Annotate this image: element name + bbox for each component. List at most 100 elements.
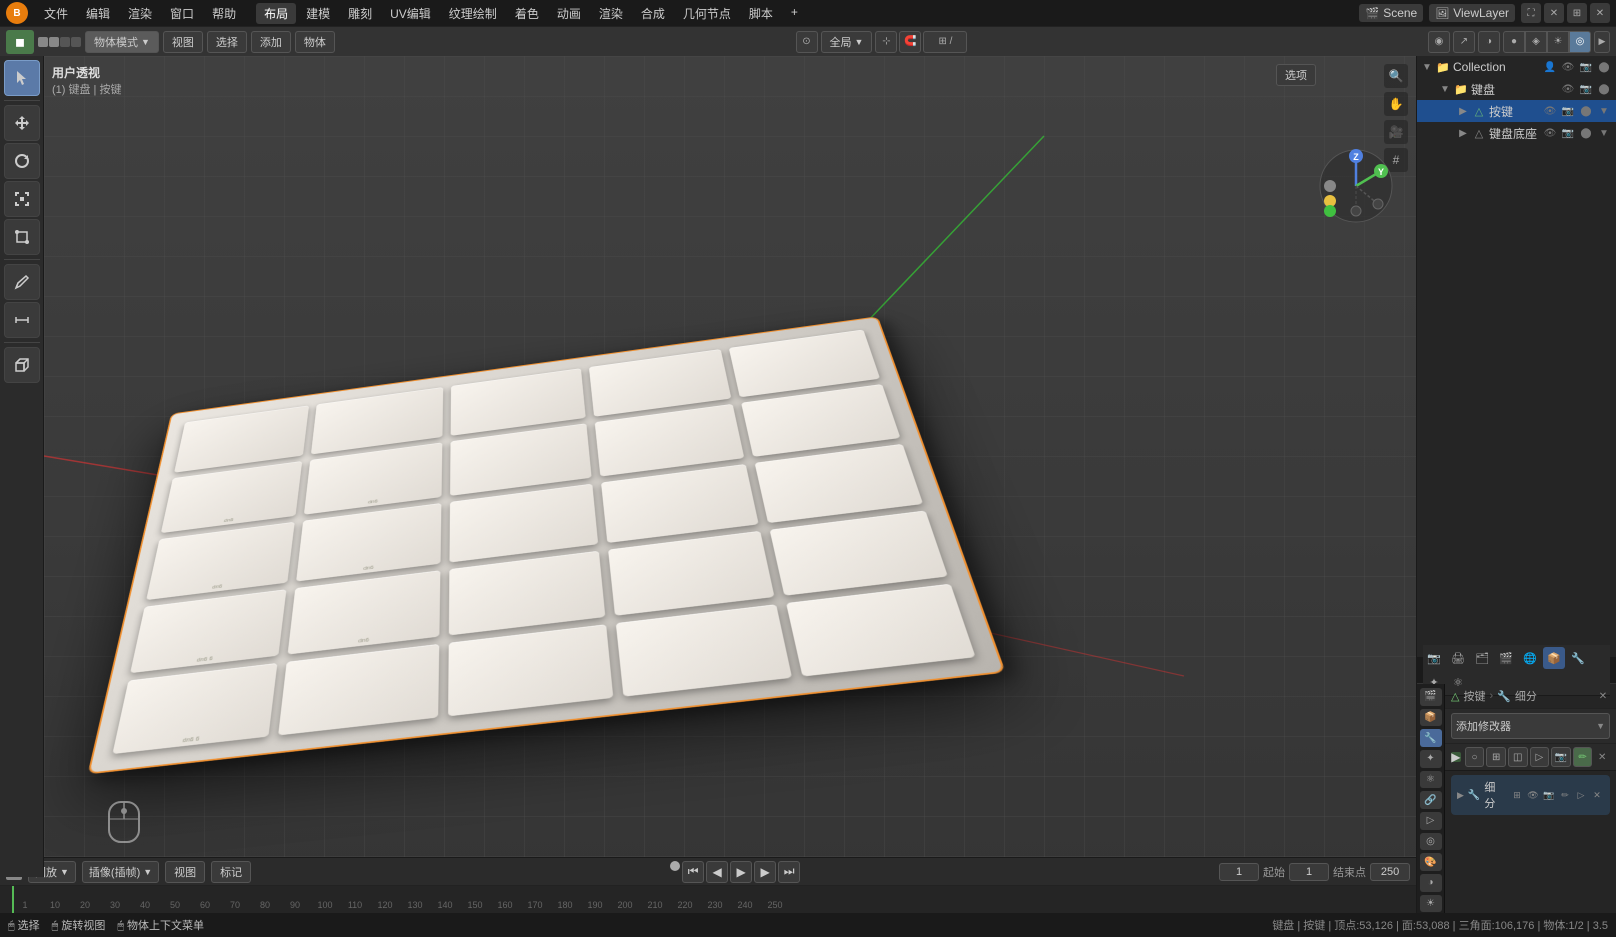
props-strip-constraints-icon[interactable]: 🔗 (1420, 791, 1442, 809)
gizmo-icon[interactable]: ↗ (1453, 31, 1475, 53)
tool-measure[interactable] (4, 302, 40, 338)
tool-move[interactable] (4, 105, 40, 141)
keyboard-eye-icon[interactable]: 👁 (1560, 81, 1576, 97)
modifier-filter-expand[interactable]: ▶ (1451, 752, 1461, 762)
modifier-expand-icon[interactable]: ⊞ (1510, 788, 1524, 802)
collection-camera-icon[interactable]: 📷 (1578, 59, 1594, 75)
props-scene-icon-btn[interactable]: 🎬 (1495, 647, 1517, 669)
workspace-render[interactable]: 渲染 (591, 3, 631, 24)
keyboard-camera-icon[interactable]: 📷 (1578, 81, 1594, 97)
props-strip-texture-icon[interactable]: 🎨 (1420, 853, 1442, 871)
rendered-mode-icon[interactable]: ☀ (1547, 31, 1569, 53)
menu-window[interactable]: 窗口 (162, 3, 202, 24)
next-frame-btn[interactable]: ▶ (754, 861, 776, 883)
view-menu[interactable]: 视图 (163, 31, 203, 53)
expand-icon[interactable]: ⊞ (1567, 3, 1587, 23)
keys-eye-icon[interactable]: 👁 (1542, 103, 1558, 119)
collection-render-icon[interactable]: ⬤ (1596, 59, 1612, 75)
timeline-marker-btn[interactable]: 标记 (211, 861, 251, 883)
props-strip-object-icon[interactable]: 📦 (1420, 709, 1442, 727)
modifier-camera-icon[interactable]: ▷ (1574, 788, 1588, 802)
base-render-icon[interactable]: ⬤ (1578, 125, 1594, 141)
workspace-scripting[interactable]: 脚本 (741, 3, 781, 24)
magnet-icon[interactable]: 🧲 (899, 31, 921, 53)
workspace-shading[interactable]: 着色 (507, 3, 547, 24)
modifier-collapse-arrow[interactable]: ▶ (1457, 790, 1464, 801)
start-frame-input[interactable]: 1 (1289, 863, 1329, 881)
fullscreen-icon[interactable]: ⛶ (1521, 3, 1541, 23)
global-local-dropdown[interactable]: 全局 ▼ (821, 31, 873, 53)
props-strip-light-icon[interactable]: ☀ (1420, 895, 1442, 913)
current-frame-input[interactable]: 1 (1219, 863, 1259, 881)
snap-icon[interactable]: ⊙ (796, 31, 818, 53)
collection-expand-arrow[interactable]: ▼ (1421, 61, 1433, 73)
add-menu[interactable]: 添加 (251, 31, 291, 53)
props-strip-modifier-icon[interactable]: 🔧 (1420, 729, 1442, 747)
keyboard-render-icon[interactable]: ⬤ (1596, 81, 1612, 97)
keys-render-icon[interactable]: ⬤ (1578, 103, 1594, 119)
close2-icon[interactable]: ✕ (1590, 3, 1610, 23)
workspace-sculpt[interactable]: 雕刻 (340, 3, 380, 24)
keys-camera-icon[interactable]: 📷 (1560, 103, 1576, 119)
viewport[interactable]: dn6 dn6 dn6 dn6 dn6 6 dn6 (44, 56, 1416, 877)
tool-annotate[interactable] (4, 264, 40, 300)
end-frame-input[interactable]: 250 (1370, 863, 1410, 881)
base-filter-icon[interactable]: ▼ (1596, 125, 1612, 141)
prev-frame-btn[interactable]: ◀ (706, 861, 728, 883)
filter-realtime-btn[interactable]: ▷ (1530, 747, 1550, 767)
pan-icon[interactable]: ✋ (1384, 92, 1408, 116)
play-btn[interactable]: ▶ (730, 861, 752, 883)
props-view-layer-icon-btn[interactable]: 🗂 (1471, 647, 1493, 669)
outliner-base-item[interactable]: ▶ △ 键盘底座 👁 📷 ⬤ ▼ (1417, 122, 1616, 144)
overlay-icon[interactable]: ◉ (1428, 31, 1450, 53)
jump-to-end-btn[interactable]: ⏭ (778, 861, 800, 883)
zoom-in-icon[interactable]: 🔍 (1384, 64, 1408, 88)
mode-icon[interactable]: ◼ (6, 30, 34, 54)
workspace-geometry[interactable]: 几何节点 (675, 3, 739, 24)
collection-eye-icon[interactable]: 👁 (1560, 59, 1576, 75)
pivot-icon[interactable]: ⊹ (875, 31, 897, 53)
outliner-keyboard-item[interactable]: ▼ 📁 键盘 👁 📷 ⬤ (1417, 78, 1616, 100)
workspace-modeling[interactable]: 建模 (298, 3, 338, 24)
keyboard-expand-arrow[interactable]: ▼ (1439, 83, 1451, 95)
viewport-shading-icon[interactable]: ◑ (1478, 31, 1500, 53)
props-world-icon-btn[interactable]: 🌐 (1519, 647, 1541, 669)
props-strip-material-icon[interactable]: ◎ (1420, 833, 1442, 851)
filter-edit-btn[interactable]: ✏ (1573, 747, 1593, 767)
workspace-add[interactable]: + (783, 3, 806, 24)
tool-scale[interactable] (4, 181, 40, 217)
filter-view-btn[interactable]: ○ (1465, 747, 1485, 767)
quad-view-toggle[interactable] (38, 37, 81, 47)
keys-expand-arrow[interactable]: ▶ (1457, 105, 1469, 117)
eevee-mode-icon[interactable]: ◎ (1569, 31, 1591, 53)
timeline-ruler[interactable]: 1 10 20 30 40 50 60 70 80 90 100 110 120… (0, 886, 1416, 914)
filter-render-btn[interactable]: 📷 (1551, 747, 1571, 767)
filter-generate-btn[interactable]: ⊞ (1486, 747, 1506, 767)
tool-add-cube[interactable] (4, 347, 40, 383)
outliner-keys-item[interactable]: ▶ △ 按键 👁 📷 ⬤ ▼ (1417, 100, 1616, 122)
menu-edit[interactable]: 编辑 (78, 3, 118, 24)
modifier-edit-icon[interactable]: ✏ (1558, 788, 1572, 802)
expand-shading-icon[interactable]: ▶ (1594, 31, 1610, 53)
navigation-gizmo[interactable]: Z Y (1316, 146, 1396, 226)
props-render-icon-btn[interactable]: 📷 (1423, 647, 1445, 669)
material-mode-icon[interactable]: ◈ (1525, 31, 1547, 53)
viewport-options-button[interactable]: 选项 (1276, 64, 1316, 86)
workspace-compositing[interactable]: 合成 (633, 3, 673, 24)
outliner-collection-item[interactable]: ▼ 📁 Collection 👤 👁 📷 ⬤ (1417, 56, 1616, 78)
props-object-icon-btn[interactable]: 📦 (1543, 647, 1565, 669)
props-strip-data-icon[interactable]: ▷ (1420, 812, 1442, 830)
filter-deform-btn[interactable]: ◫ (1508, 747, 1528, 767)
transform-icon[interactable]: ⊞ / (923, 31, 967, 53)
keys-filter-icon[interactable]: ▼ (1596, 103, 1612, 119)
menu-file[interactable]: 文件 (36, 3, 76, 24)
jump-to-start-btn[interactable]: ⏮ (682, 861, 704, 883)
tool-cursor[interactable] (4, 60, 40, 96)
select-menu[interactable]: 选择 (207, 31, 247, 53)
tool-transform[interactable] (4, 219, 40, 255)
workspace-texture-paint[interactable]: 纹理绘制 (441, 3, 505, 24)
add-modifier-button[interactable]: 添加修改器 ▼ (1451, 713, 1610, 739)
object-mode-dropdown[interactable]: 物体模式 ▼ (85, 31, 159, 53)
props-strip-scene-icon[interactable]: 🎬 (1420, 688, 1442, 706)
props-output-icon-btn[interactable]: 🖨 (1447, 647, 1469, 669)
